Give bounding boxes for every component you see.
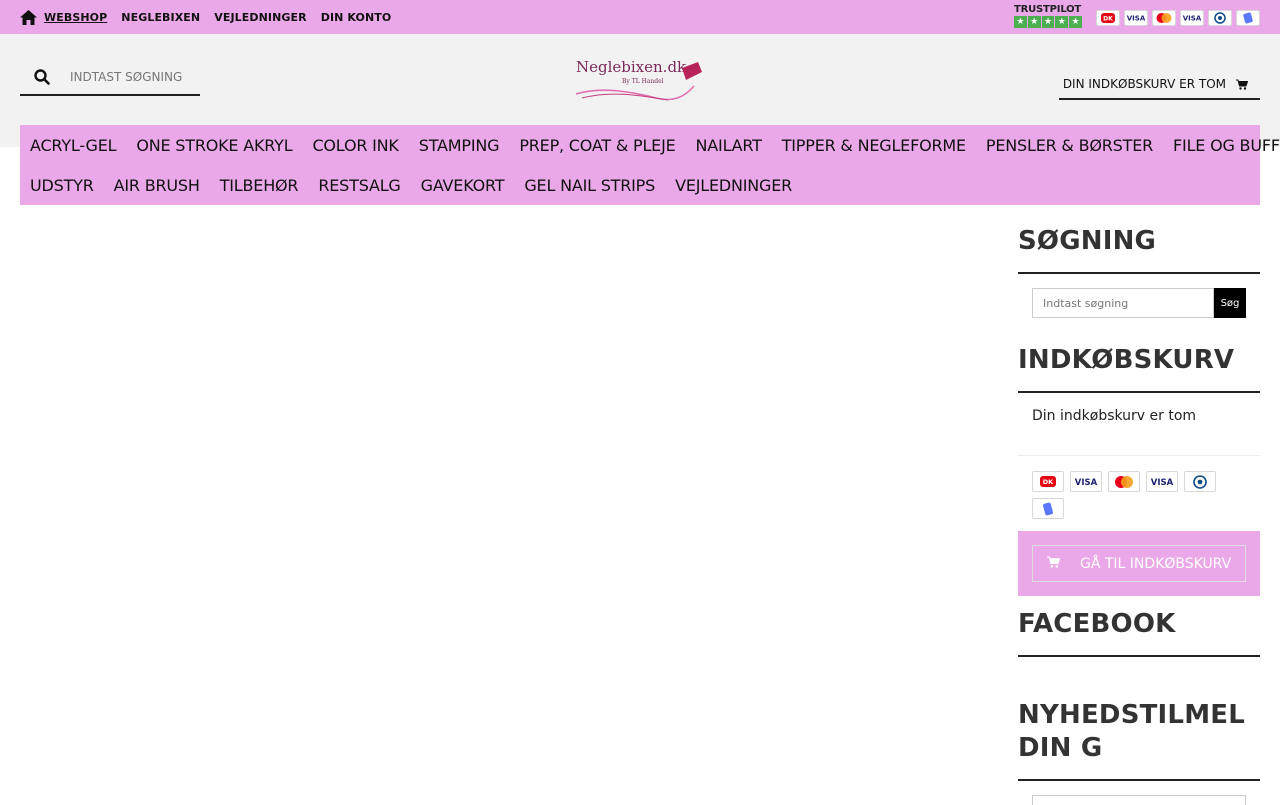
logo-swoosh-icon	[575, 62, 702, 101]
category-restsalg[interactable]: RESTSALG	[308, 176, 410, 195]
sidebar-search-button[interactable]: Søg	[1214, 288, 1246, 318]
category-gel-nail-strips[interactable]: GEL NAIL STRIPS	[514, 176, 665, 195]
divider	[1018, 779, 1260, 781]
category-file-og-buffers[interactable]: FILE OG BUFFERS	[1163, 136, 1280, 155]
top-bar: WEBSHOP NEGLEBIXEN VEJLEDNINGER DIN KONT…	[0, 0, 1280, 34]
header-cart-text: DIN INDKØBSKURV ER TOM	[1062, 77, 1226, 91]
dankort-icon: DK	[1096, 10, 1120, 26]
cart-icon	[1047, 556, 1061, 572]
category-gavekort[interactable]: GAVEKORT	[411, 176, 515, 195]
visa-icon: VISA	[1180, 10, 1204, 26]
mobilepay-icon	[1236, 10, 1260, 26]
svg-text:VISA: VISA	[1075, 478, 1098, 488]
goto-cart-panel: GÅ TIL INDKØBSKURV	[1018, 531, 1260, 596]
top-nav-vejledninger[interactable]: VEJLEDNINGER	[214, 11, 307, 24]
top-nav-neglebixen[interactable]: NEGLEBIXEN	[121, 11, 200, 24]
search-icon[interactable]	[34, 69, 50, 85]
mastercard-icon	[1108, 471, 1140, 492]
category-nailart[interactable]: NAILART	[686, 136, 772, 155]
diners-club-icon	[1184, 471, 1216, 492]
svg-text:VISA: VISA	[1127, 15, 1146, 23]
visa-electron-icon: VISA	[1070, 471, 1102, 492]
visa-icon: VISA	[1146, 471, 1178, 492]
category-prep-coat-pleje[interactable]: PREP, COAT & PLEJE	[509, 136, 685, 155]
svg-text:VISA: VISA	[1183, 15, 1202, 23]
visa-electron-icon: VISA	[1124, 10, 1148, 26]
sidebar-search-title: SØGNING	[1018, 226, 1157, 256]
star-icon: ★	[1027, 16, 1041, 28]
sidebar-newsletter-title: NYHEDSTILMELDIN G	[1018, 700, 1245, 763]
newsletter-input[interactable]	[1032, 795, 1246, 805]
category-row-1: ACRYL-GEL ONE STROKE AKRYL COLOR INK STA…	[20, 125, 1280, 165]
category-one-stroke-akryl[interactable]: ONE STROKE AKRYL	[126, 136, 302, 155]
sidebar-cart-title: INDKØBSKURV	[1018, 345, 1235, 375]
home-icon[interactable]	[20, 9, 38, 25]
category-color-ink[interactable]: COLOR INK	[302, 136, 408, 155]
category-tipper-negleforme[interactable]: TIPPER & NEGLEFORME	[772, 136, 976, 155]
svg-text:VISA: VISA	[1151, 478, 1174, 488]
sidebar: SØGNING Søg INDKØBSKURV Din indkøbskurv …	[1018, 205, 1260, 805]
sidebar-payment-cards: DK VISA VISA	[1018, 456, 1260, 519]
category-acryl-gel[interactable]: ACRYL-GEL	[20, 136, 126, 155]
category-stamping[interactable]: STAMPING	[409, 136, 510, 155]
svg-text:DK: DK	[1043, 478, 1054, 486]
svg-text:DK: DK	[1103, 16, 1113, 23]
header-search-input[interactable]	[70, 70, 200, 84]
mobilepay-icon	[1032, 498, 1064, 519]
payment-cards-top: DK VISA VISA	[1096, 10, 1260, 26]
divider	[1018, 272, 1260, 274]
trustpilot-stars: ★ ★ ★ ★ ★	[1014, 16, 1082, 28]
star-icon: ★	[1069, 16, 1082, 28]
sidebar-search-input[interactable]	[1032, 288, 1214, 318]
category-nav: ACRYL-GEL ONE STROKE AKRYL COLOR INK STA…	[20, 125, 1280, 205]
category-vejledninger[interactable]: VEJLEDNINGER	[665, 176, 802, 195]
trustpilot-label: TRUSTPILOT	[1014, 4, 1082, 15]
sidebar-cart-text: Din indkøbskurv er tom	[1018, 393, 1260, 456]
category-pensler-borster[interactable]: PENSLER & BØRSTER	[976, 136, 1163, 155]
sidebar-search: Søg	[1032, 288, 1246, 318]
diners-club-icon	[1208, 10, 1232, 26]
cart-icon	[1236, 79, 1248, 90]
top-nav-webshop[interactable]: WEBSHOP	[44, 11, 107, 24]
star-icon: ★	[1055, 16, 1069, 28]
header-search	[20, 60, 200, 96]
star-icon: ★	[1041, 16, 1055, 28]
dankort-icon: DK	[1032, 471, 1064, 492]
category-air-brush[interactable]: AIR BRUSH	[104, 176, 210, 195]
sidebar-facebook-title: FACEBOOK	[1018, 609, 1176, 639]
goto-cart-button[interactable]: GÅ TIL INDKØBSKURV	[1032, 545, 1246, 582]
category-udstyr[interactable]: UDSTYR	[20, 176, 104, 195]
star-icon: ★	[1014, 16, 1027, 28]
trustpilot-badge[interactable]: TRUSTPILOT ★ ★ ★ ★ ★	[1014, 4, 1082, 30]
category-row-2: UDSTYR AIR BRUSH TILBEHØR RESTSALG GAVEK…	[20, 165, 1260, 205]
top-nav-din-konto[interactable]: DIN KONTO	[321, 11, 392, 24]
top-nav: WEBSHOP NEGLEBIXEN VEJLEDNINGER DIN KONT…	[20, 0, 405, 34]
header-cart[interactable]: DIN INDKØBSKURV ER TOM	[1059, 70, 1260, 100]
category-tilbehor[interactable]: TILBEHØR	[210, 176, 309, 195]
mastercard-icon	[1152, 10, 1176, 26]
goto-cart-label: GÅ TIL INDKØBSKURV	[1080, 555, 1232, 572]
site-logo[interactable]: Neglebixen.dk By TL Handel	[572, 58, 706, 104]
